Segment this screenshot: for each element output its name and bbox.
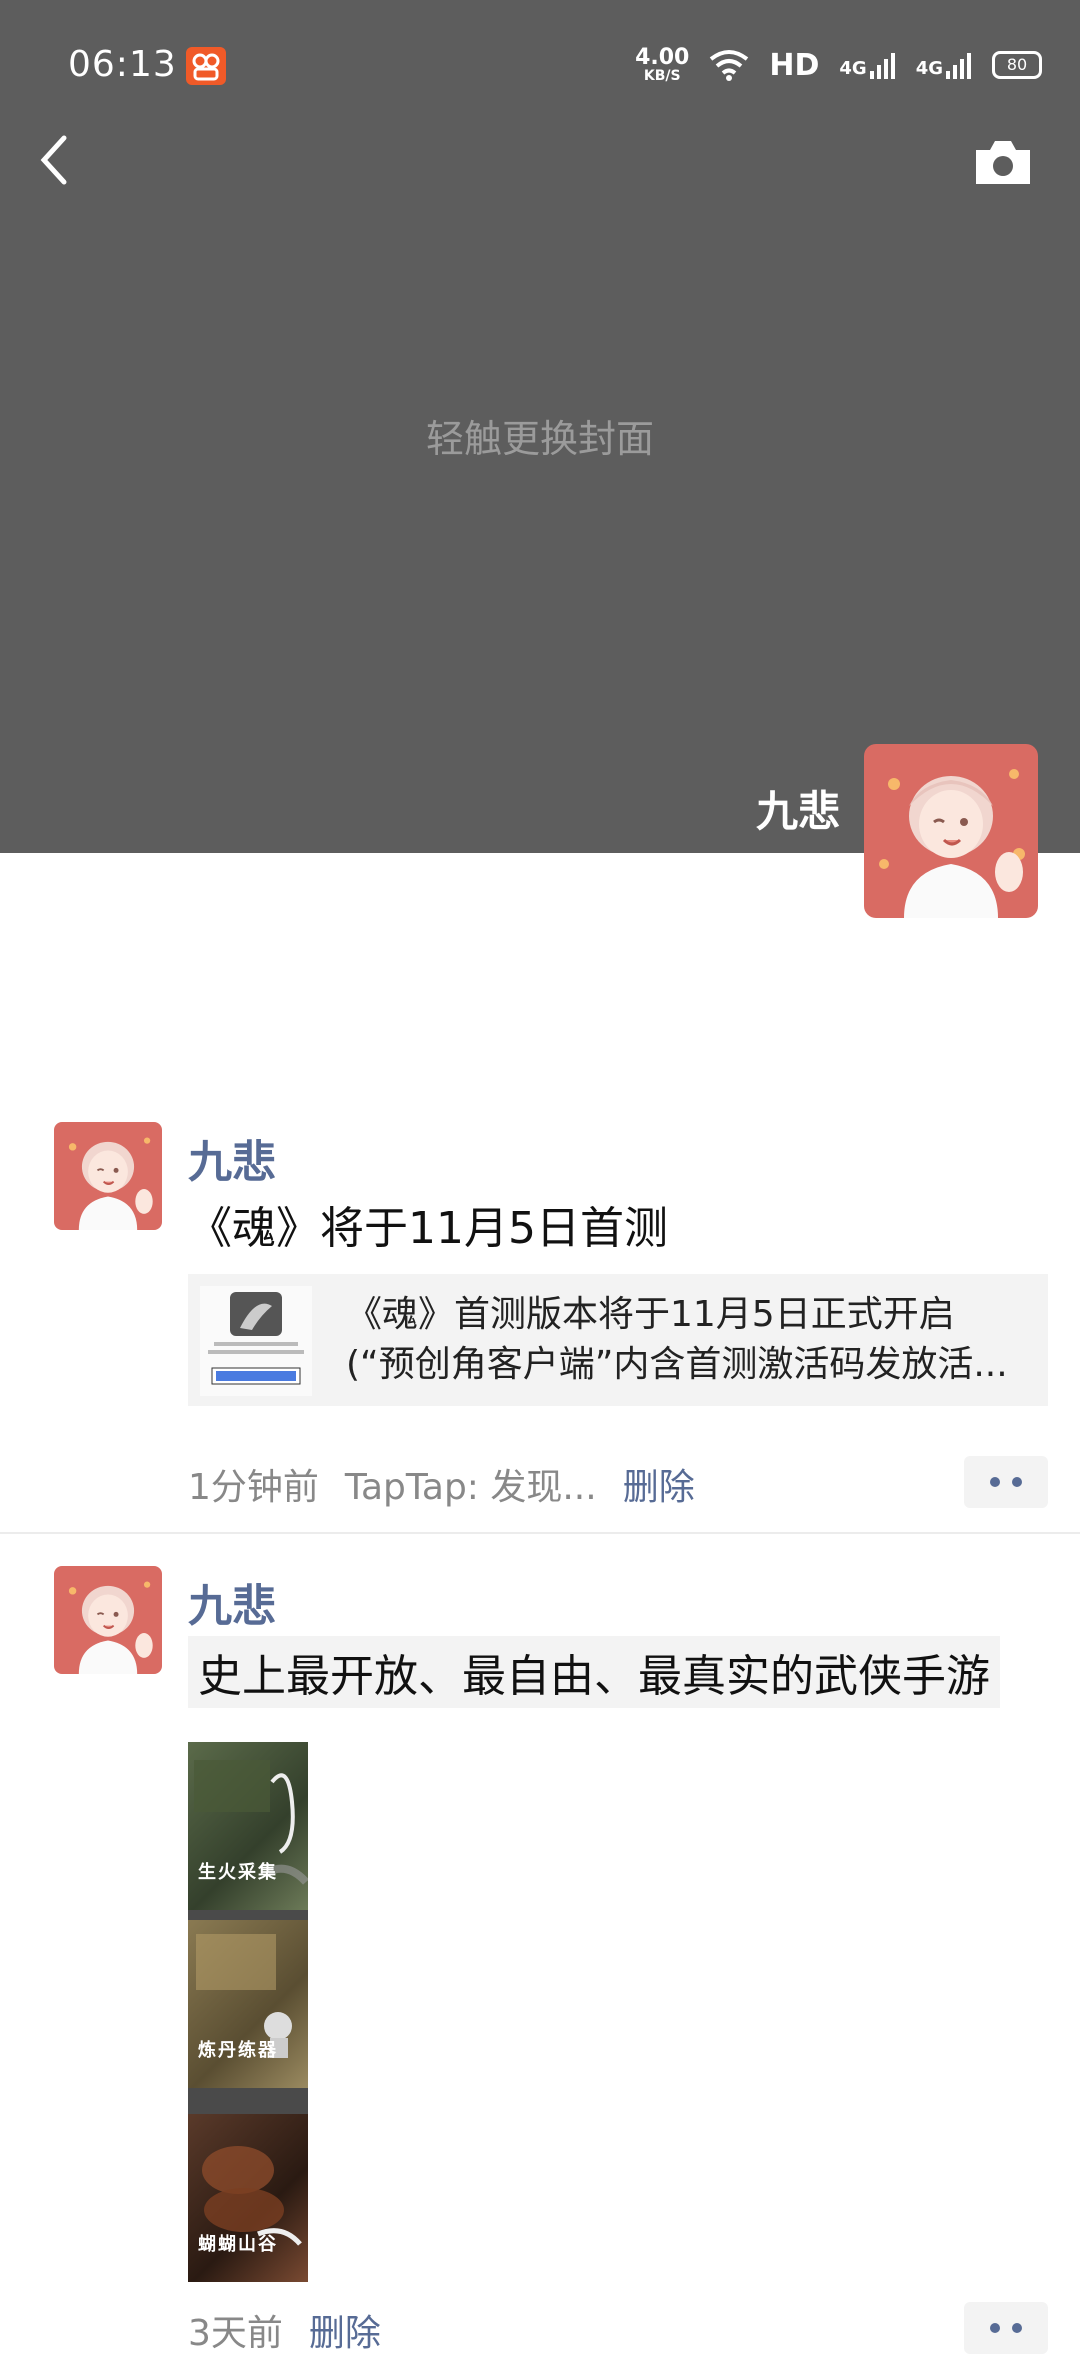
delete-button[interactable]: 删除 [309,2313,381,2354]
app-notification-icon [186,47,226,85]
status-indicators: 4.00 KB/S HD 4G 4G 80 [635,42,1042,88]
post-avatar[interactable] [54,1122,162,1230]
post-time: 1分钟前 [188,1467,319,1508]
signal-icon-2: 4G [916,51,972,79]
status-time: 06:13 [68,44,177,85]
wifi-icon [710,50,749,81]
link-thumbnail [200,1286,312,1396]
post-time: 3天前 [188,2313,283,2354]
post-text: 《魂》将于11月5日首测 [188,1203,668,1254]
camera-icon [976,141,1030,184]
dot [990,2323,1000,2333]
photo-2: 炼丹练器 [188,1920,308,2088]
post-source[interactable]: TapTap: 发现... [345,1467,597,1508]
post-meta: 1分钟前 TapTap: 发现... 删除 [188,1458,695,1510]
photo-caption: 生火采集 [198,1862,278,1883]
photo-caption: 炼丹练器 [198,2040,278,2061]
chevron-left-icon [40,135,67,185]
back-button[interactable] [30,130,80,190]
dot [1012,1477,1022,1487]
link-title: 《魂》首测版本将于11月5日正式开启 (“预创角客户端”内含首测激活码发放活..… [346,1294,1008,1385]
dot [1012,2323,1022,2333]
moment-post: 九悲 《魂》将于11月5日首测 《魂》首测版本将于11月5日正式开启 (“预创角… [0,1122,1080,1532]
profile-avatar[interactable] [864,744,1038,918]
change-cover-hint[interactable]: 轻触更换封面 [0,408,1080,463]
camera-button[interactable] [972,136,1034,188]
battery-icon: 80 [992,51,1042,79]
more-actions-button[interactable] [964,1456,1048,1508]
photo-3: 蝴蝴山谷 [188,2114,308,2282]
post-author-name[interactable]: 九悲 [188,1126,276,1190]
post-image[interactable]: 生火采集 炼丹练器 蝴蝴山谷 [188,1742,308,2282]
shared-link-card[interactable]: 《魂》首测版本将于11月5日正式开启 (“预创角客户端”内含首测激活码发放活..… [188,1274,1048,1406]
post-meta: 3天前 删除 [188,2304,381,2356]
moment-post: 九悲 史上最开放、最自由、最真实的武侠手游 3天前 删除 [0,1566,1080,2354]
profile-name[interactable]: 九悲 [756,778,840,839]
post-text: 史上最开放、最自由、最真实的武侠手游 [188,1636,1000,1708]
dot [990,1477,1000,1487]
more-actions-button[interactable] [964,2302,1048,2354]
signal-icon-1: 4G [839,51,895,79]
post-divider [0,1532,1080,1534]
photo-1: 生火采集 [188,1742,308,1910]
delete-button[interactable]: 删除 [623,1467,695,1508]
hd-indicator: HD [769,47,820,83]
post-author-name[interactable]: 九悲 [188,1570,276,1634]
photo-caption: 蝴蝴山谷 [198,2234,278,2255]
network-speed: 4.00 KB/S [635,45,690,84]
status-bar: 06:13 4.00 KB/S HD 4G 4G 80 [0,0,1080,130]
post-avatar[interactable] [54,1566,162,1674]
